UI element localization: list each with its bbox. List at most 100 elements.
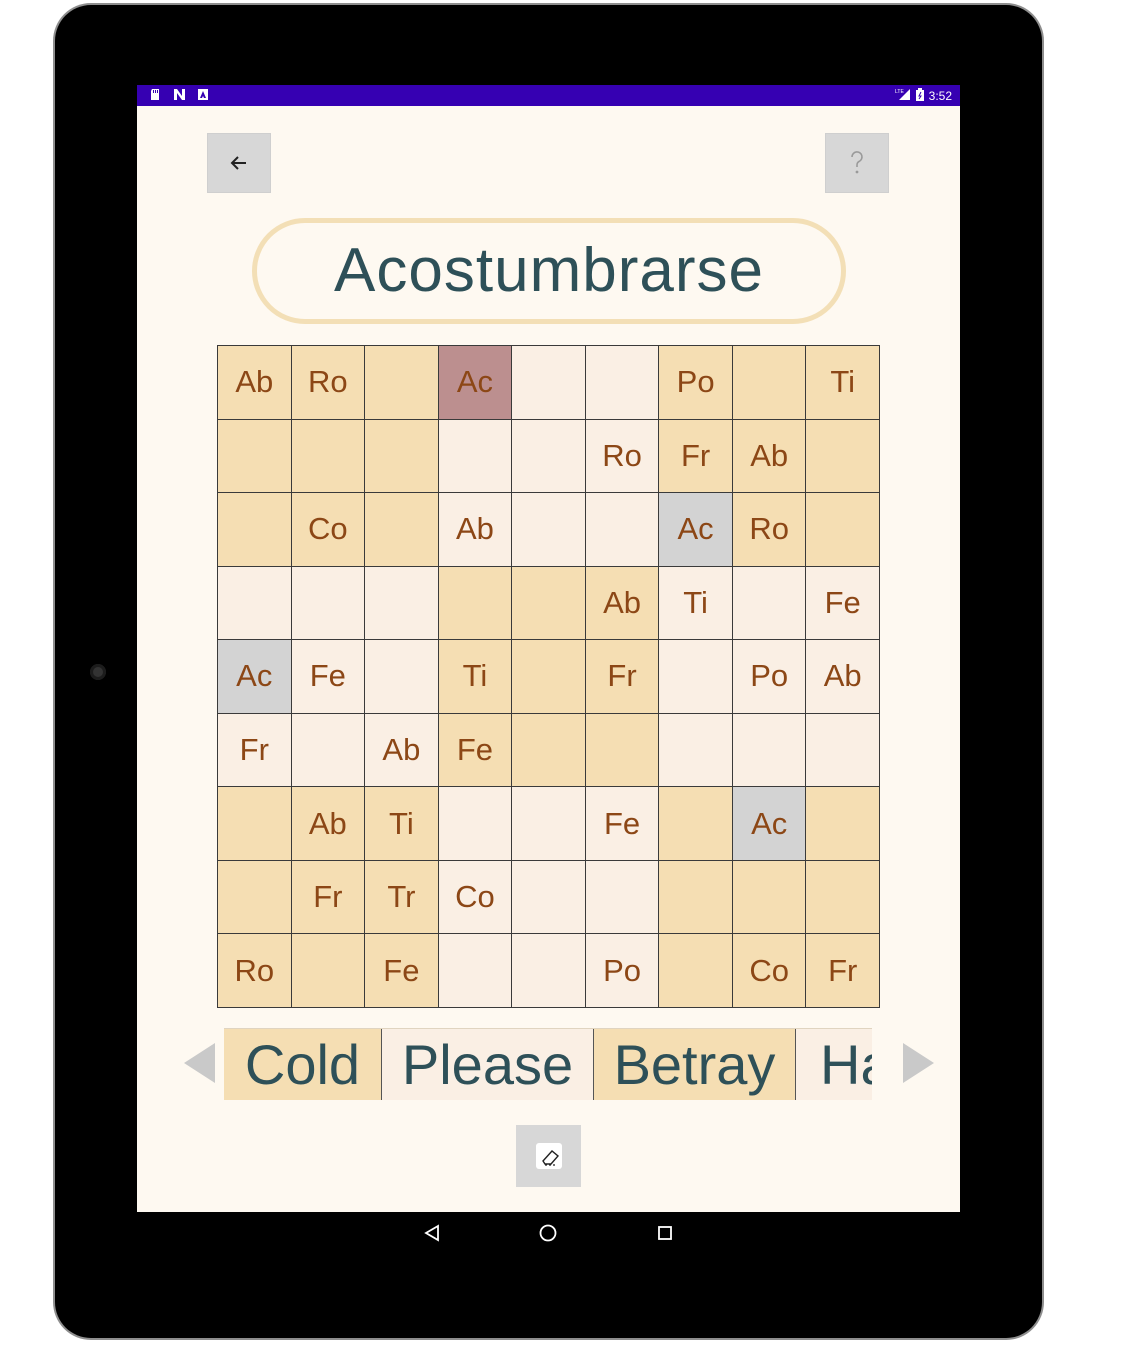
grid-cell[interactable]	[585, 493, 660, 567]
grid-cell[interactable]	[732, 346, 807, 420]
grid-cell[interactable]: Ti	[365, 787, 439, 861]
grid-cell[interactable]: Ac	[438, 346, 513, 420]
grid-cell[interactable]: Ti	[806, 346, 880, 420]
back-button[interactable]	[207, 133, 271, 193]
grid-cell[interactable]: Ac	[218, 640, 292, 714]
grid-cell[interactable]	[291, 934, 366, 1008]
grid-cell[interactable]	[512, 934, 586, 1008]
nav-back-button[interactable]	[421, 1222, 443, 1244]
grid-cell[interactable]	[659, 787, 733, 861]
grid-cell[interactable]: Co	[291, 493, 366, 567]
grid-cell-label: Ro	[308, 364, 348, 400]
grid-cell[interactable]	[585, 713, 660, 788]
grid-cell[interactable]	[732, 713, 807, 788]
grid-cell[interactable]: Ti	[659, 566, 733, 641]
grid-cell[interactable]	[438, 787, 513, 861]
grid-cell[interactable]	[806, 493, 880, 567]
grid-cell[interactable]	[365, 346, 439, 420]
grid-cell[interactable]: Ab	[732, 419, 807, 494]
grid-cell[interactable]	[806, 860, 880, 935]
grid-cell[interactable]	[512, 787, 586, 861]
grid-cell[interactable]: Po	[732, 640, 807, 714]
grid-cell-label: Ti	[462, 658, 488, 694]
grid-cell[interactable]	[218, 787, 292, 861]
grid-cell[interactable]: Fe	[365, 934, 439, 1008]
word-option[interactable]: Betray	[594, 1029, 796, 1100]
grid-cell[interactable]	[512, 566, 586, 641]
grid-cell[interactable]	[732, 860, 807, 935]
word-option[interactable]: Cold	[224, 1029, 382, 1100]
grid-cell[interactable]	[659, 640, 733, 714]
grid-cell[interactable]	[218, 566, 292, 641]
grid-cell[interactable]: Ro	[291, 346, 366, 420]
scroll-right-arrow-icon[interactable]	[903, 1043, 934, 1083]
nav-recents-button[interactable]	[654, 1222, 676, 1244]
a-notification-icon	[197, 88, 209, 101]
grid-cell-label: Ab	[750, 437, 789, 473]
word-option[interactable]: Please	[382, 1029, 594, 1100]
grid-cell[interactable]	[365, 493, 439, 567]
grid-cell[interactable]: Ab	[438, 493, 513, 567]
grid-cell[interactable]: Ro	[585, 419, 660, 494]
grid-cell[interactable]: Ti	[438, 640, 513, 714]
grid-cell[interactable]	[512, 346, 586, 420]
nav-home-button[interactable]	[537, 1222, 559, 1244]
grid-cell[interactable]	[291, 713, 366, 788]
grid-cell[interactable]: Po	[659, 346, 733, 420]
grid-cell-label: Co	[749, 952, 789, 988]
grid-cell[interactable]	[659, 934, 733, 1008]
grid-cell[interactable]	[806, 419, 880, 494]
grid-cell[interactable]: Fr	[659, 419, 733, 494]
grid-cell[interactable]: Ab	[218, 346, 292, 420]
grid-cell[interactable]	[585, 346, 660, 420]
scroll-left-arrow-icon[interactable]	[184, 1043, 215, 1083]
grid-cell[interactable]: Ac	[732, 787, 807, 861]
grid-cell[interactable]: Fe	[585, 787, 660, 861]
grid-cell[interactable]: Fe	[438, 713, 513, 788]
grid-cell[interactable]	[659, 860, 733, 935]
grid-cell[interactable]	[732, 566, 807, 641]
grid-cell[interactable]	[512, 713, 586, 788]
grid-cell[interactable]: Ab	[585, 566, 660, 641]
grid-cell[interactable]: Fr	[806, 934, 880, 1008]
grid-cell[interactable]: Fr	[585, 640, 660, 714]
grid-cell[interactable]	[512, 419, 586, 494]
grid-cell[interactable]	[365, 419, 439, 494]
grid-cell[interactable]: Ab	[365, 713, 439, 788]
grid-cell[interactable]: Co	[732, 934, 807, 1008]
grid-cell[interactable]	[585, 860, 660, 935]
grid-cell[interactable]	[806, 713, 880, 788]
grid-cell[interactable]	[659, 713, 733, 788]
eraser-button[interactable]	[516, 1125, 581, 1187]
grid-cell[interactable]: Fe	[291, 640, 366, 714]
grid-cell[interactable]: Fr	[218, 713, 292, 788]
grid-cell[interactable]	[365, 640, 439, 714]
grid-cell[interactable]: Co	[438, 860, 513, 935]
grid-cell[interactable]: Ac	[659, 493, 733, 567]
word-option[interactable]: Ha	[796, 1029, 872, 1100]
grid-cell[interactable]: Po	[585, 934, 660, 1008]
grid-cell[interactable]	[512, 493, 586, 567]
grid-cell[interactable]	[512, 860, 586, 935]
grid-cell[interactable]: Ro	[732, 493, 807, 567]
grid-cell[interactable]	[806, 787, 880, 861]
grid-cell[interactable]	[365, 566, 439, 641]
grid-cell[interactable]	[438, 419, 513, 494]
grid-cell[interactable]	[512, 640, 586, 714]
grid-cell[interactable]	[291, 419, 366, 494]
sd-card-icon	[149, 88, 161, 101]
grid-cell[interactable]: Ab	[806, 640, 880, 714]
grid-cell[interactable]	[438, 934, 513, 1008]
grid-cell[interactable]	[291, 566, 366, 641]
help-button[interactable]	[825, 133, 889, 193]
grid-cell[interactable]	[218, 860, 292, 935]
grid-cell[interactable]: Tr	[365, 860, 439, 935]
grid-cell[interactable]	[218, 419, 292, 494]
grid-cell[interactable]: Ab	[291, 787, 366, 861]
grid-cell[interactable]	[438, 566, 513, 641]
grid-cell[interactable]: Ro	[218, 934, 292, 1008]
nav-recents-icon	[658, 1226, 672, 1240]
grid-cell[interactable]: Fe	[806, 566, 880, 641]
grid-cell[interactable]: Fr	[291, 860, 366, 935]
grid-cell[interactable]	[218, 493, 292, 567]
